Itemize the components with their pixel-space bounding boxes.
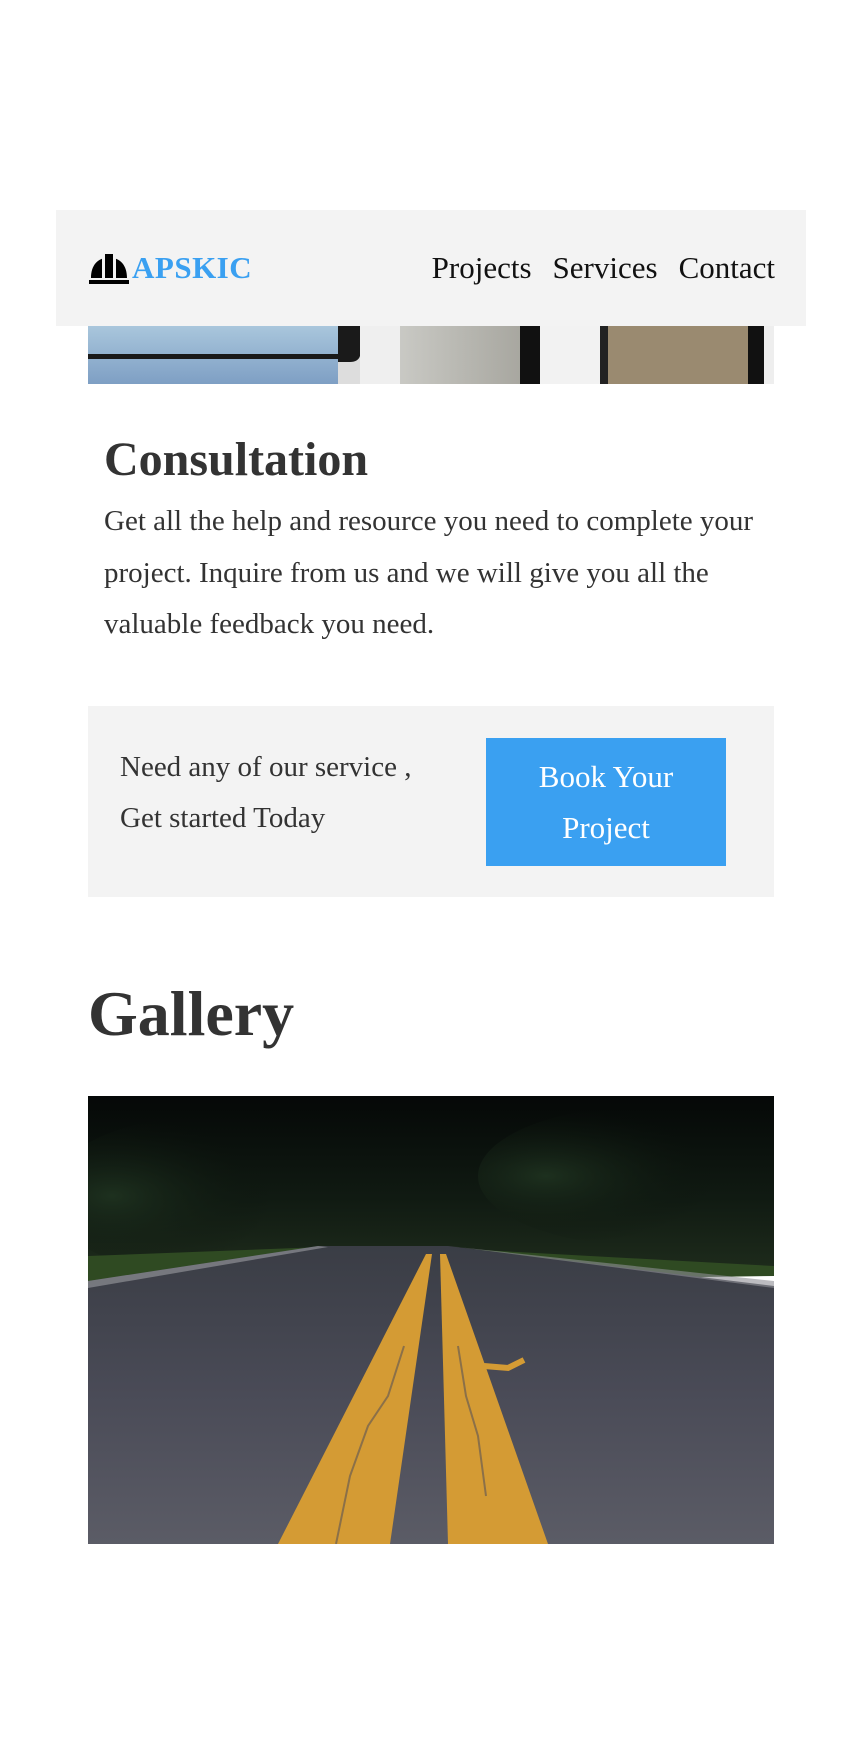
nav-link-services[interactable]: Services	[553, 250, 658, 286]
main-nav: Projects Services Contact	[432, 250, 775, 286]
hard-hat-icon	[88, 251, 130, 285]
gallery-image-road[interactable]	[88, 1096, 774, 1544]
brand-name: APSKIC	[132, 250, 253, 285]
consultation-title: Consultation	[104, 433, 369, 486]
book-project-button[interactable]: Book Your Project	[486, 738, 726, 866]
gallery-title: Gallery	[88, 978, 295, 1049]
consultation-section: Consultation Get all the help and resour…	[104, 432, 764, 651]
nav-link-projects[interactable]: Projects	[432, 250, 532, 286]
nav-link-contact[interactable]: Contact	[679, 250, 775, 286]
consultation-body: Get all the help and resource you need t…	[104, 505, 754, 640]
service-image	[88, 326, 774, 384]
brand-logo[interactable]: APSKIC	[88, 250, 252, 286]
navbar: APSKIC Projects Services Contact	[56, 210, 806, 326]
cta-text: Need any of our service , Get started To…	[120, 751, 412, 834]
cta-banner: Need any of our service , Get started To…	[88, 706, 774, 897]
